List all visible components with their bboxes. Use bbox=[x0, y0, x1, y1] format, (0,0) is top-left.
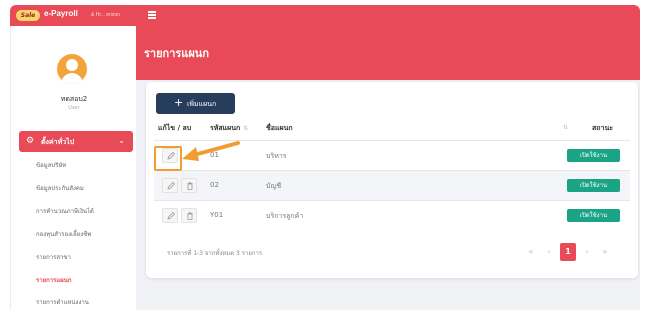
department-table-card: + เพิ่มแผนก แก้ไข / ลบ รหัสแผนก ⇅ ชื่อแผน… bbox=[146, 82, 638, 278]
sidebar-item-departments[interactable]: รายการแผนก bbox=[36, 275, 71, 285]
app-name: e-Payroll bbox=[44, 9, 78, 18]
table-row: 02 บัญชี เปิดใช้งาน bbox=[154, 170, 630, 200]
delete-button[interactable] bbox=[181, 208, 197, 223]
sidebar-menu-label: ตั้งค่าทั่วไป bbox=[41, 138, 75, 146]
pagination-page-button[interactable]: 1 bbox=[560, 243, 576, 261]
column-header-name[interactable]: ชื่อแผนก bbox=[266, 123, 293, 134]
pagination-prev-button[interactable]: ‹ bbox=[542, 243, 556, 261]
trash-icon bbox=[187, 182, 193, 190]
status-badge: เปิดใช้งาน bbox=[567, 149, 620, 162]
gear-icon: ⚙ bbox=[26, 136, 35, 146]
sidebar: ทดสอบ2 User ⚙ ตั้งค่าทั่วไป ⌄ ข้อมูลบริษ… bbox=[10, 26, 136, 310]
department-code: 02 bbox=[210, 181, 219, 189]
column-header-status[interactable]: สถานะ bbox=[592, 123, 613, 134]
sidebar-menu-general-settings[interactable]: ⚙ ตั้งค่าทั่วไป ⌄ bbox=[19, 131, 133, 152]
sidebar-item-positions[interactable]: รายการตำแหน่งงาน bbox=[36, 297, 89, 307]
sidebar-item-income-tax[interactable]: การคำนวณภาษีเงินได้ bbox=[36, 206, 94, 216]
sidebar-item-provident-fund[interactable]: กองทุนสำรองเลี้ยงชีพ bbox=[36, 229, 91, 239]
sort-icon[interactable]: ⇅ bbox=[560, 123, 568, 131]
user-role: User bbox=[68, 105, 80, 111]
sort-icon: ⇅ bbox=[243, 125, 249, 132]
delete-button[interactable] bbox=[181, 178, 197, 193]
app-subtitle: & Hr... ersion bbox=[91, 12, 120, 18]
chevron-down-icon: ⌄ bbox=[118, 136, 125, 145]
table-summary: รายการที่ 1-3 จากทั้งหมด 3 รายการ bbox=[167, 250, 263, 257]
department-name: บริการลูกค้า bbox=[266, 212, 304, 220]
department-name: บัญชี bbox=[266, 182, 282, 190]
user-name: ทดสอบ2 bbox=[60, 95, 88, 103]
page-header bbox=[136, 26, 640, 80]
pencil-icon bbox=[167, 181, 176, 190]
highlight-box bbox=[154, 146, 182, 171]
edit-button[interactable] bbox=[162, 178, 178, 193]
callout-arrow-icon bbox=[182, 141, 240, 161]
add-department-label: เพิ่มแผนก bbox=[187, 100, 217, 108]
page-title: รายการแผนก bbox=[144, 47, 209, 60]
department-code: Y01 bbox=[210, 211, 224, 219]
avatar[interactable] bbox=[57, 54, 87, 84]
pagination-last-button[interactable]: » bbox=[598, 243, 612, 261]
department-name: บริหาร bbox=[266, 152, 287, 160]
column-header-code-label: รหัสแผนก bbox=[210, 124, 241, 132]
add-department-button[interactable]: + เพิ่มแผนก bbox=[156, 93, 235, 114]
sidebar-item-branches[interactable]: รายการสาขา bbox=[36, 252, 71, 262]
column-header-code[interactable]: รหัสแผนก ⇅ bbox=[210, 123, 248, 134]
status-badge: เปิดใช้งาน bbox=[567, 209, 620, 222]
table-row: Y01 บริการลูกค้า เปิดใช้งาน bbox=[154, 200, 630, 230]
edit-button[interactable] bbox=[162, 208, 178, 223]
status-badge: เปิดใช้งาน bbox=[567, 179, 620, 192]
pagination-first-button[interactable]: « bbox=[524, 243, 538, 261]
top-bar bbox=[136, 5, 640, 26]
pencil-icon bbox=[167, 211, 176, 220]
pagination-next-button[interactable]: › bbox=[580, 243, 594, 261]
brand-bar: Sale e-Payroll & Hr... ersion bbox=[10, 5, 136, 26]
sidebar-item-company[interactable]: ข้อมูลบริษัท bbox=[36, 160, 66, 170]
hamburger-menu-icon[interactable] bbox=[148, 11, 156, 19]
plus-icon: + bbox=[174, 96, 184, 109]
sidebar-item-social-security[interactable]: ข้อมูลประกันสังคม bbox=[36, 183, 84, 193]
column-header-edit-delete: แก้ไข / ลบ bbox=[158, 124, 192, 132]
trash-icon bbox=[187, 212, 193, 220]
brand-logo: Sale bbox=[16, 10, 40, 21]
